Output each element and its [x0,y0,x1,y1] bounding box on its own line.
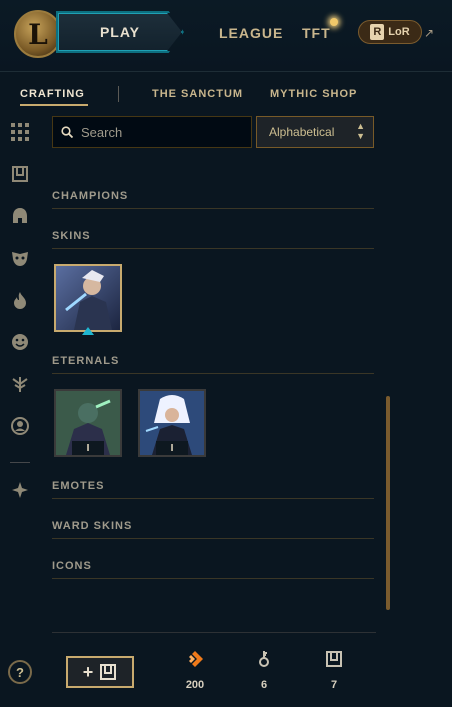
eternal-count: I [72,441,104,455]
helmet-icon[interactable] [10,206,30,226]
lor-label: LoR [388,26,410,38]
section-eternals[interactable]: ETERNALS [52,355,374,374]
emote-icon[interactable] [10,332,30,352]
chest-value: 7 [330,679,338,691]
section-emotes[interactable]: EMOTES [52,480,374,499]
skin-tile[interactable] [54,264,122,332]
tab-crafting[interactable]: CRAFTING [20,88,85,100]
currency-keys: 6 [244,650,284,691]
lor-badge-icon: R [370,24,385,40]
sort-value: Alphabetical [269,125,335,139]
selected-marker [82,327,94,335]
external-link-icon[interactable]: ↗ [424,26,434,40]
sort-arrows-icon: ▲ ▼ [356,121,365,141]
search-icon [61,126,73,138]
flame-icon[interactable] [10,290,30,310]
companion-icon[interactable] [10,480,30,500]
eternal-count: I [156,441,188,455]
tab-mythic-shop[interactable]: MYTHIC SHOP [270,88,357,100]
mask-icon[interactable] [10,248,30,268]
section-champions[interactable]: CHAMPIONS [52,190,374,209]
search-input[interactable] [81,124,241,140]
league-logo-icon[interactable]: L [14,10,62,58]
add-chest-button[interactable]: + [66,656,134,688]
logo-letter: L [28,17,48,51]
orange-essence-icon [189,651,203,667]
help-button[interactable]: ? [8,660,32,684]
chest-icon [326,651,342,667]
scrollbar[interactable] [386,396,390,610]
sort-dropdown[interactable]: Alphabetical ▲ ▼ [256,116,374,148]
play-button[interactable]: PLAY [58,13,182,51]
chest-icon[interactable] [10,164,30,184]
grid-icon[interactable] [10,122,30,142]
lor-button[interactable]: R LoR [358,20,422,44]
currency-chests: 7 [314,650,354,691]
tab-the-sanctum[interactable]: THE SANCTUM [152,88,243,100]
nav-league[interactable]: LEAGUE [219,25,283,41]
play-label: PLAY [99,24,141,40]
plus-label: + [82,661,94,682]
subnav-divider [118,86,119,102]
section-skins[interactable]: SKINS [52,230,374,249]
skin-artwork [56,266,120,330]
search-box[interactable] [52,116,252,148]
chest-icon [100,664,117,680]
profile-icon[interactable] [10,416,30,436]
eternal-tile[interactable]: I [54,389,122,457]
top-bar: L PLAY LEAGUE TFT R LoR ↗ [0,0,452,72]
nav-tft[interactable]: TFT [302,25,331,41]
section-icons[interactable]: ICONS [52,560,374,579]
sidebar-divider [10,462,30,463]
bottom-divider [52,632,376,633]
orange-essence-value: 200 [185,679,205,691]
key-value: 6 [260,679,268,691]
active-tab-underline [20,104,88,106]
key-icon [259,651,269,667]
currency-orange-essence: 200 [175,650,215,691]
eternal-tile[interactable]: I [138,389,206,457]
ward-icon[interactable] [10,374,30,394]
section-ward-skins[interactable]: WARD SKINS [52,520,374,539]
notification-dot [330,18,338,26]
